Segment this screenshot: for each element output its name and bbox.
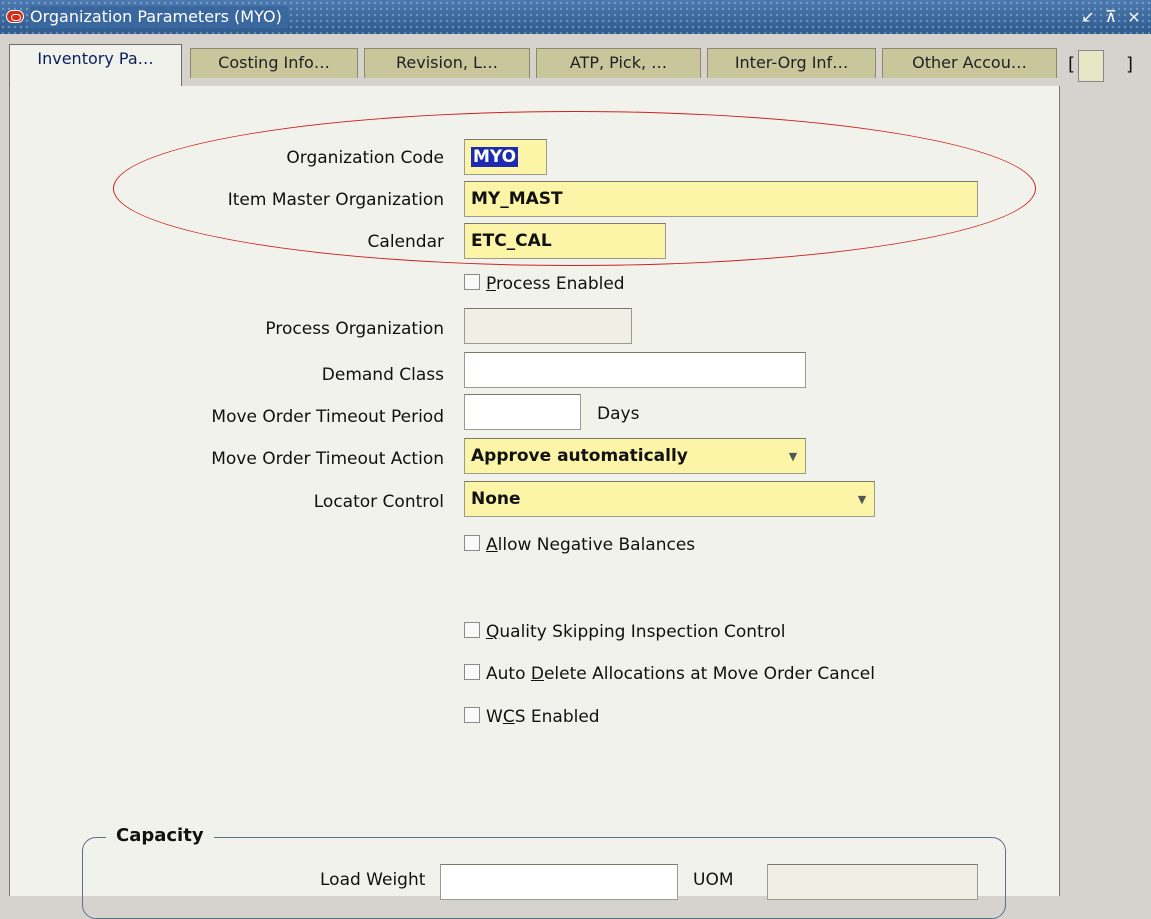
wcs-enabled-mnemonic: C: [502, 707, 515, 727]
tab-atp-pick[interactable]: ATP, Pick, …: [536, 48, 701, 78]
auto-delete-allocations-checkbox[interactable]: Auto Delete Allocations at Move Order Ca…: [464, 662, 875, 686]
organization-code-field[interactable]: MYO: [464, 139, 547, 175]
chevron-down-icon[interactable]: ▼: [785, 449, 801, 465]
process-enabled-checkbox[interactable]: Process Enabled: [464, 272, 625, 296]
process-organization-field[interactable]: [464, 308, 632, 344]
quality-skipping-box[interactable]: [464, 622, 480, 638]
tab-other-accounts[interactable]: Other Accou…: [882, 48, 1057, 78]
uom-field[interactable]: [767, 864, 978, 900]
window-titlebar: Organization Parameters (MYO) ↙ ⊼ ×: [0, 0, 1151, 34]
locator-control-value: None: [471, 489, 521, 509]
tab-overflow-control[interactable]: [ ]: [1068, 50, 1133, 82]
quality-skipping-mnemonic: Q: [486, 622, 500, 642]
tab-inter-org-information[interactable]: Inter-Org Inf…: [707, 48, 876, 78]
wcs-enabled-checkbox[interactable]: WCS Enabled: [464, 705, 600, 729]
auto-delete-allocations-box[interactable]: [464, 664, 480, 680]
wcs-enabled-box[interactable]: [464, 707, 480, 723]
allow-negative-balances-checkbox[interactable]: Allow Negative Balances: [464, 533, 695, 557]
wcs-enabled-label-start: W: [486, 707, 503, 727]
allow-negative-balances-label: llow Negative Balances: [497, 535, 696, 555]
capacity-group-title: Capacity: [106, 825, 214, 846]
uom-label: UOM: [693, 870, 734, 890]
tab-revision-lot-serial[interactable]: Revision, L…: [364, 48, 530, 78]
process-enabled-mnemonic: P: [486, 274, 496, 294]
auto-delete-allocations-label-start: Auto: [486, 664, 531, 684]
locator-control-select[interactable]: None ▼: [464, 481, 875, 517]
item-master-organization-field[interactable]: MY_MAST: [464, 181, 978, 217]
auto-delete-allocations-mnemonic: D: [530, 664, 544, 684]
move-order-timeout-action-select[interactable]: Approve automatically ▼: [464, 438, 806, 474]
tab-costing-information[interactable]: Costing Info…: [190, 48, 358, 78]
process-enabled-box[interactable]: [464, 274, 480, 290]
process-organization-label: Process Organization: [265, 319, 444, 339]
move-order-timeout-action-label: Move Order Timeout Action: [211, 449, 444, 469]
calendar-label: Calendar: [367, 232, 444, 252]
move-order-timeout-action-value: Approve automatically: [471, 446, 688, 466]
quality-skipping-label: uality Skipping Inspection Control: [499, 622, 786, 642]
auto-delete-allocations-label-end: elete Allocations at Move Order Cancel: [543, 664, 875, 684]
load-weight-label: Load Weight: [320, 870, 426, 890]
tab-overflow-box[interactable]: [1078, 50, 1104, 82]
locator-control-label: Locator Control: [313, 492, 444, 512]
tab-overflow-left-bracket: [: [1068, 54, 1076, 75]
window-title: Organization Parameters (MYO): [30, 6, 288, 28]
allow-negative-balances-mnemonic: A: [486, 535, 498, 555]
allow-negative-balances-box[interactable]: [464, 535, 480, 551]
item-master-organization-label: Item Master Organization: [227, 190, 444, 210]
days-unit-label: Days: [597, 404, 640, 424]
chevron-down-icon[interactable]: ▼: [854, 492, 870, 508]
tab-overflow-right-bracket: ]: [1126, 54, 1134, 75]
calendar-field[interactable]: ETC_CAL: [464, 223, 666, 259]
maximize-icon[interactable]: ⊼: [1100, 5, 1122, 29]
oracle-logo-icon: [6, 10, 24, 23]
process-enabled-label: rocess Enabled: [495, 274, 625, 294]
tab-inventory-parameters[interactable]: Inventory Pa…: [9, 44, 182, 86]
move-order-timeout-period-field[interactable]: [464, 394, 581, 430]
right-gutter: [1058, 86, 1151, 888]
load-weight-field[interactable]: [440, 864, 678, 900]
quality-skipping-checkbox[interactable]: Quality Skipping Inspection Control: [464, 620, 785, 644]
demand-class-label: Demand Class: [321, 365, 444, 385]
organization-code-label: Organization Code: [286, 148, 444, 168]
demand-class-field[interactable]: [464, 352, 806, 388]
tab-strip: Inventory Pa… Costing Info… Revision, L……: [0, 34, 1151, 87]
close-icon[interactable]: ×: [1123, 5, 1145, 29]
wcs-enabled-label-end: S Enabled: [514, 707, 600, 727]
minimize-icon[interactable]: ↙: [1077, 5, 1099, 29]
move-order-timeout-period-label: Move Order Timeout Period: [211, 407, 444, 427]
organization-code-value: MYO: [471, 147, 519, 167]
